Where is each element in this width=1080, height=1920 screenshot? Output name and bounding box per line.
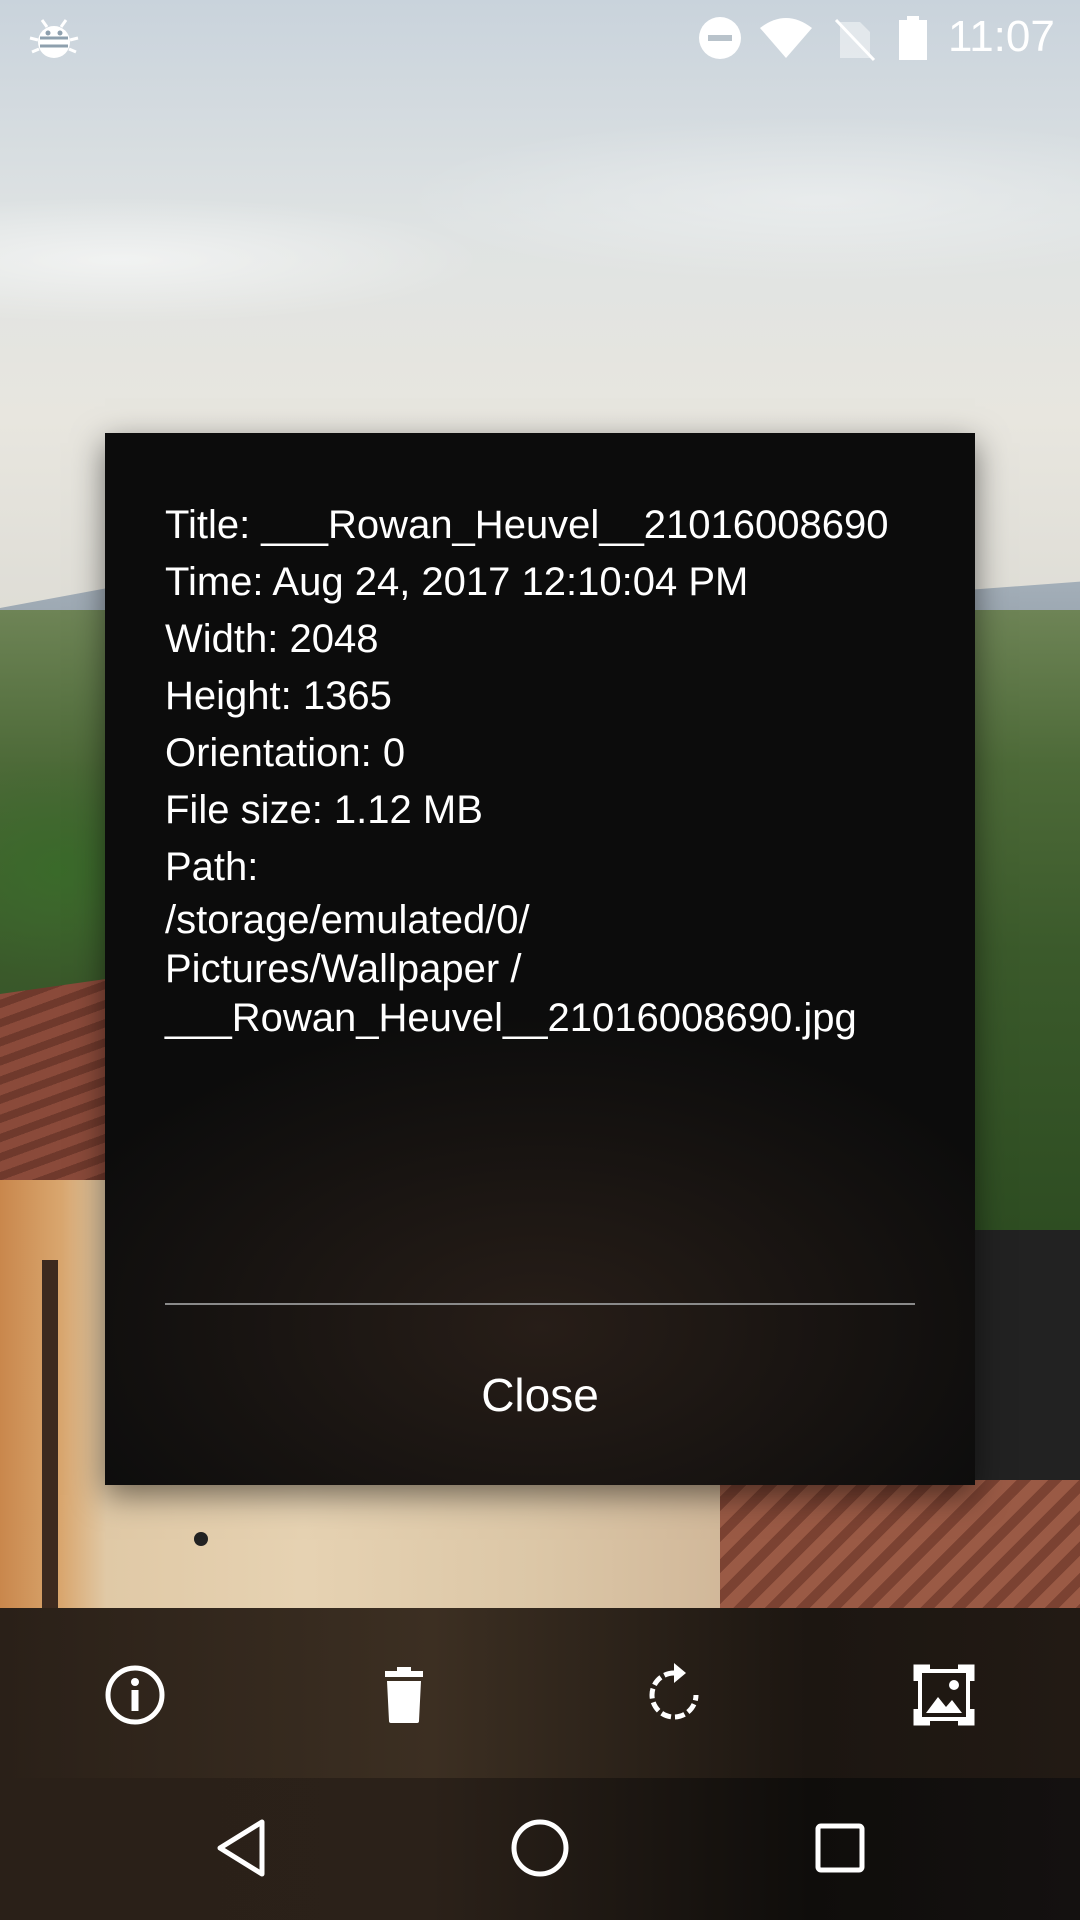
detail-path-part: /storage/emulated/0/ [165, 898, 530, 942]
detail-file-size: File size: 1.12 MB [165, 788, 483, 832]
no-sim-icon [834, 18, 876, 62]
detail-width: Width: 2048 [165, 617, 379, 661]
delete-icon[interactable] [372, 1663, 436, 1727]
set-wallpaper-icon[interactable] [912, 1663, 976, 1727]
home-icon[interactable] [508, 1816, 572, 1880]
wifi-icon [760, 18, 812, 58]
detail-time: Time: Aug 24, 2017 12:10:04 PM [165, 560, 749, 604]
detail-path: /storage/emulated/0/ Pictures/Wallpaper … [165, 896, 925, 1043]
info-icon[interactable] [103, 1663, 167, 1727]
recents-icon[interactable] [808, 1816, 872, 1880]
rotate-icon[interactable] [642, 1663, 706, 1727]
back-icon[interactable] [210, 1816, 274, 1880]
details-dialog: Title: ___Rowan_Heuvel__21016008690 Time… [105, 433, 975, 1485]
detail-orientation: Orientation: 0 [165, 731, 406, 775]
details-text: Title: ___Rowan_Heuvel__21016008690 Time… [165, 497, 925, 1043]
photo-action-bar [0, 1608, 1080, 1778]
detail-height: Height: 1365 [165, 674, 392, 718]
detail-path-part: ___Rowan_Heuvel__21016008690.jpg [165, 996, 857, 1040]
clock: 11:07 [948, 12, 1055, 61]
detail-path-part: Pictures/Wallpaper / [165, 947, 522, 991]
bug-icon [29, 19, 79, 58]
navigation-bar [0, 1778, 1080, 1920]
close-button[interactable]: Close [105, 1305, 975, 1485]
status-bar: 11:07 [0, 0, 1080, 74]
wall-bolt [194, 1532, 208, 1546]
do-not-disturb-icon [699, 17, 741, 59]
detail-title: Title: ___Rowan_Heuvel__21016008690 [165, 503, 889, 547]
battery-icon [899, 16, 927, 60]
detail-path-label: Path: [165, 845, 259, 889]
drain-pipe [42, 1260, 58, 1620]
